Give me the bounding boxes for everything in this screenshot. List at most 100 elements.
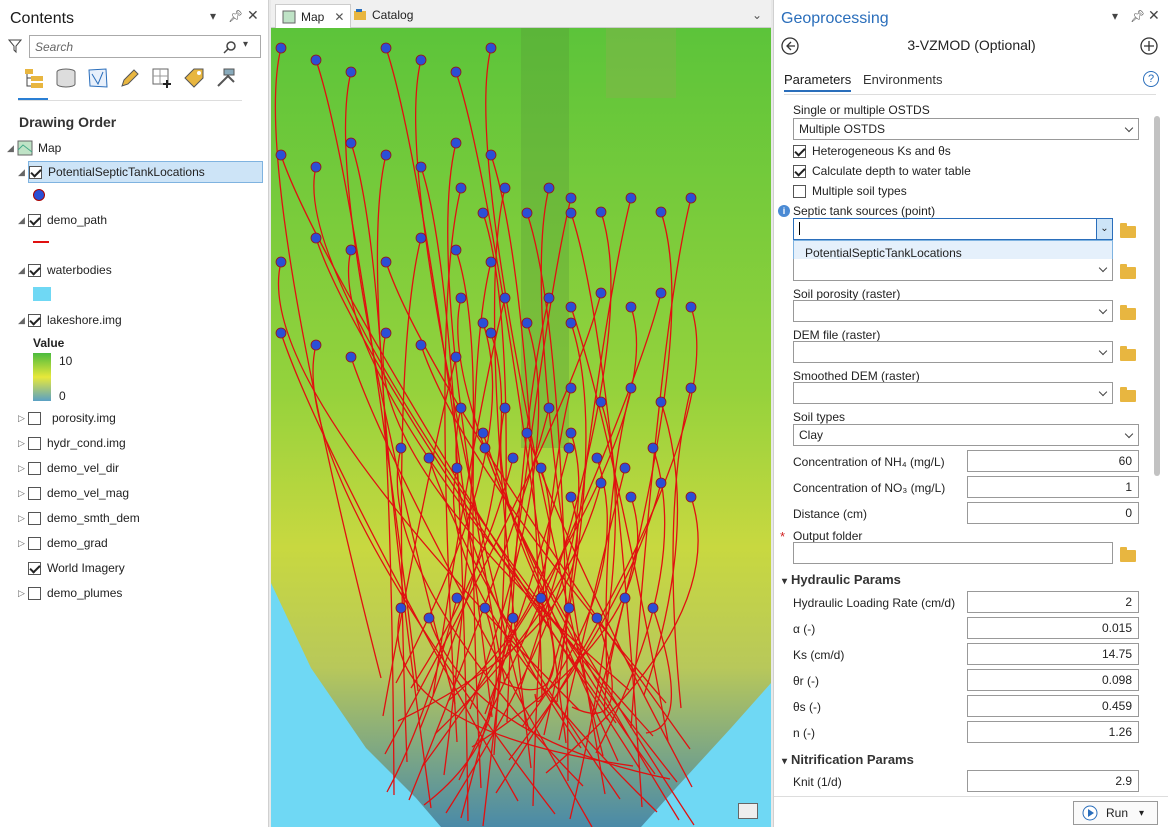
- hyd-cond-select[interactable]: [793, 259, 1113, 281]
- nh4-input[interactable]: 60: [967, 450, 1139, 472]
- septic-point: [521, 317, 533, 329]
- folder-icon[interactable]: [1120, 346, 1136, 361]
- soil-types-select[interactable]: Clay: [793, 424, 1139, 446]
- perspective-imagery-icon[interactable]: [214, 66, 238, 90]
- chevron-down-icon[interactable]: ▾: [1112, 9, 1118, 23]
- add-icon[interactable]: [1140, 37, 1158, 58]
- septic-point: [455, 402, 467, 414]
- map-canvas[interactable]: [271, 28, 771, 827]
- layer-demo-plumes[interactable]: ▷ demo_plumes: [18, 582, 122, 604]
- layer-demo-vel-dir[interactable]: ▷ demo_vel_dir: [18, 457, 119, 479]
- septic-input[interactable]: [793, 218, 1113, 240]
- ks-input[interactable]: 14.75: [967, 643, 1139, 665]
- single-multiple-select[interactable]: Multiple OSTDS: [793, 118, 1139, 140]
- table-icon[interactable]: [738, 803, 758, 819]
- map-svg: [271, 28, 771, 827]
- filter-icon[interactable]: [7, 38, 23, 57]
- distance-input[interactable]: 0: [967, 502, 1139, 524]
- n-label: n (-): [793, 726, 815, 740]
- hlr-input[interactable]: 2: [967, 591, 1139, 613]
- catalog-icon: [354, 9, 366, 20]
- layer-demo-path[interactable]: ◢ demo_path: [18, 209, 107, 231]
- tab-environments[interactable]: Environments: [863, 72, 942, 87]
- tab-map[interactable]: Map ✕: [275, 4, 352, 28]
- layer-demo-vel-mag[interactable]: ▷ demo_vel_mag: [18, 482, 129, 504]
- hetero-checkbox[interactable]: Heterogeneous Ks and θs: [793, 144, 951, 158]
- depth-checkbox[interactable]: Calculate depth to water table: [793, 164, 971, 178]
- run-button[interactable]: Run ▾: [1073, 801, 1158, 825]
- expand-icon[interactable]: ◢: [18, 167, 28, 178]
- close-icon[interactable]: ✕: [247, 7, 259, 24]
- layer-demo-grad[interactable]: ▷ demo_grad: [18, 532, 108, 554]
- theta-s-input[interactable]: 0.459: [967, 695, 1139, 717]
- snapping-icon[interactable]: [150, 66, 174, 90]
- layer-demo-smth-dem[interactable]: ▷ demo_smth_dem: [18, 507, 140, 529]
- chevron-down-icon[interactable]: ⌄: [752, 4, 762, 26]
- septic-point: [275, 42, 287, 54]
- hydraulic-group[interactable]: ▾ Hydraulic Params: [782, 572, 901, 587]
- search-input[interactable]: Search ▾: [29, 35, 261, 58]
- folder-icon[interactable]: [1120, 223, 1136, 238]
- layer-porosity[interactable]: ▷ porosity.img: [18, 407, 116, 429]
- layer-checkbox[interactable]: [29, 165, 42, 179]
- folder-icon[interactable]: [1120, 387, 1136, 402]
- layer-hydr-cond[interactable]: ▷ hydr_cond.img: [18, 432, 126, 454]
- septic-point: [619, 592, 631, 604]
- smoothed-dem-select[interactable]: [793, 382, 1113, 404]
- play-icon: [1082, 805, 1098, 821]
- folder-icon[interactable]: [1120, 264, 1136, 279]
- chevron-down-icon[interactable]: ▾: [210, 9, 216, 23]
- septic-point: [451, 592, 463, 604]
- septic-point: [477, 427, 489, 439]
- septic-point: [655, 206, 667, 218]
- no3-input[interactable]: 1: [967, 476, 1139, 498]
- help-icon[interactable]: ?: [1143, 71, 1159, 87]
- nitrification-group[interactable]: ▾ Nitrification Params: [782, 752, 914, 767]
- folder-icon[interactable]: [1120, 305, 1136, 320]
- info-icon[interactable]: i: [778, 205, 790, 217]
- labeling-icon[interactable]: [182, 66, 206, 90]
- tab-parameters[interactable]: Parameters: [784, 72, 852, 92]
- selection-icon[interactable]: [86, 66, 110, 90]
- contents-title: Contents: [10, 10, 75, 27]
- septic-point: [477, 317, 489, 329]
- tab-catalog[interactable]: Catalog: [353, 4, 413, 26]
- scrollbar[interactable]: [1152, 100, 1162, 795]
- septic-point: [563, 602, 575, 614]
- chevron-down-icon: ▾: [782, 576, 788, 587]
- chevron-down-icon[interactable]: ⌄: [1096, 218, 1113, 240]
- porosity-select[interactable]: [793, 300, 1113, 322]
- layer-world-imagery[interactable]: World Imagery: [28, 557, 125, 579]
- septic-point: [595, 477, 607, 489]
- septic-point: [625, 301, 637, 313]
- map-view: Map ✕ Catalog ⌄: [271, 0, 771, 827]
- contents-pane: Contents ▾ 📌︎ ✕ Search ▾ Drawing Order ◢…: [0, 0, 269, 827]
- septic-point: [499, 402, 511, 414]
- soil-types-checkbox[interactable]: Multiple soil types: [793, 184, 907, 198]
- layer-lakeshore[interactable]: ◢ lakeshore.img: [18, 309, 122, 331]
- close-icon[interactable]: ✕: [1148, 7, 1160, 24]
- septic-point: [450, 137, 462, 149]
- layer-potentialseptictanklocations[interactable]: PotentialSepticTankLocations: [28, 161, 263, 183]
- alpha-input[interactable]: 0.015: [967, 617, 1139, 639]
- dem-select[interactable]: [793, 341, 1113, 363]
- layer-map[interactable]: ◢ Map: [7, 137, 61, 159]
- smoothed-dem-label: Smoothed DEM (raster): [793, 369, 920, 383]
- septic-point: [415, 232, 427, 244]
- n-input[interactable]: 1.26: [967, 721, 1139, 743]
- theta-r-input[interactable]: 0.098: [967, 669, 1139, 691]
- knit-input[interactable]: 2.9: [967, 770, 1139, 792]
- pin-icon[interactable]: 📌︎: [228, 9, 243, 23]
- data-source-icon[interactable]: [54, 66, 78, 90]
- folder-icon[interactable]: [1120, 547, 1136, 562]
- septic-point: [450, 244, 462, 256]
- septic-point: [455, 182, 467, 194]
- pin-icon[interactable]: 📌︎: [1130, 9, 1145, 23]
- layer-waterbodies[interactable]: ◢ waterbodies: [18, 259, 112, 281]
- drawing-order-icon[interactable]: [22, 66, 46, 90]
- editing-icon[interactable]: [118, 66, 142, 90]
- nh4-label: Concentration of NH₄ (mg/L): [793, 455, 945, 469]
- septic-point: [415, 339, 427, 351]
- polygon-symbol: [33, 287, 51, 301]
- output-folder-input[interactable]: [793, 542, 1113, 564]
